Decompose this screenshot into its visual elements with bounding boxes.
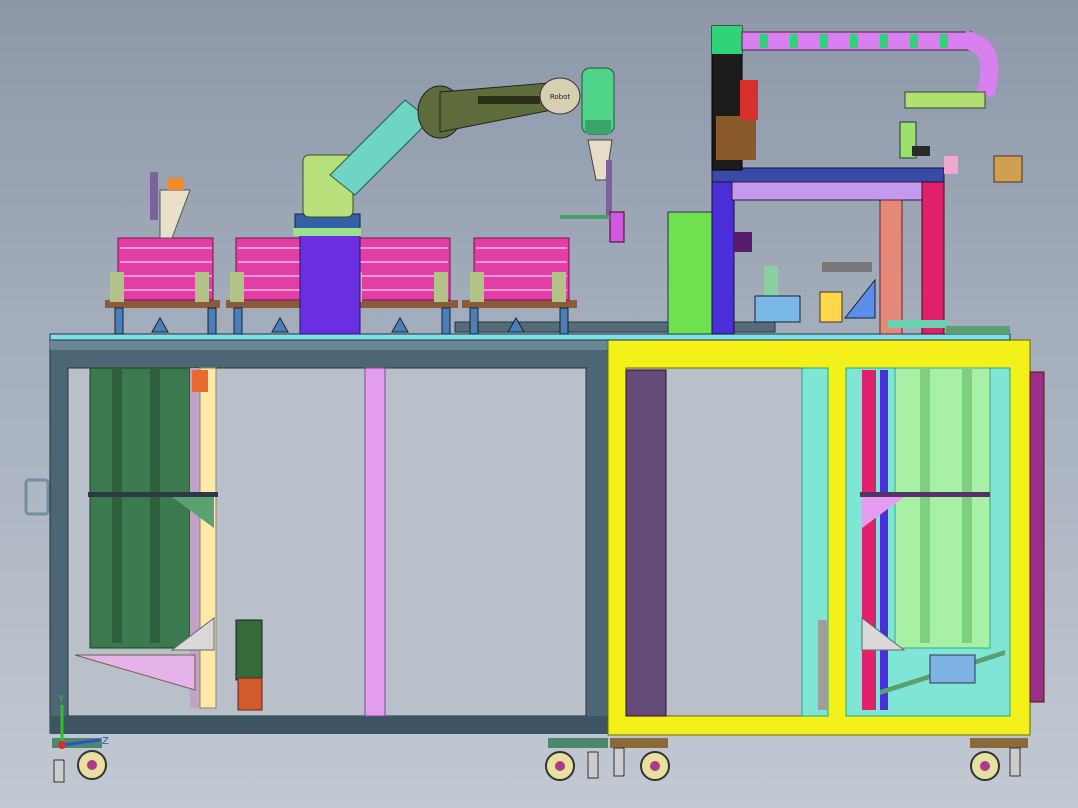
cable-chain	[741, 31, 999, 109]
robot-brand-label: Robot	[550, 93, 571, 101]
robot-arm[interactable]: Robot	[293, 67, 625, 335]
tray-rack-1[interactable]	[105, 172, 220, 308]
triad-x-axis	[58, 741, 66, 749]
tray-rack-4[interactable]	[462, 237, 577, 308]
casters	[52, 738, 1028, 783]
machine-assembly-drawing: Robot Y Z	[24, 25, 1045, 783]
table-top	[49, 321, 1011, 341]
gantry-station[interactable]	[667, 25, 1023, 335]
triad-label-z: Z	[102, 736, 109, 747]
triad-label-y: Y	[57, 694, 65, 705]
cad-viewport[interactable]: Robot Y Z	[0, 0, 1078, 808]
